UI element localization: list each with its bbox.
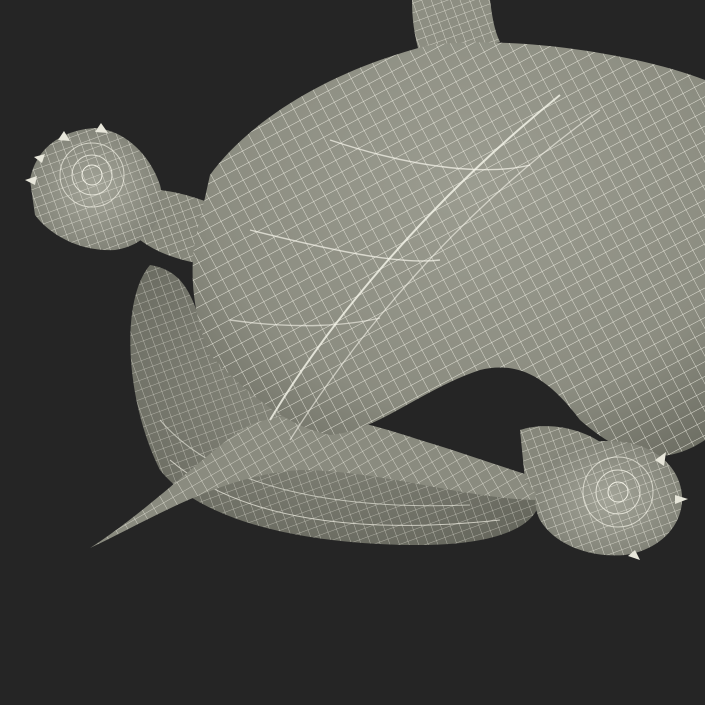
render-viewport — [0, 0, 705, 705]
turtle-model-render — [0, 0, 705, 705]
